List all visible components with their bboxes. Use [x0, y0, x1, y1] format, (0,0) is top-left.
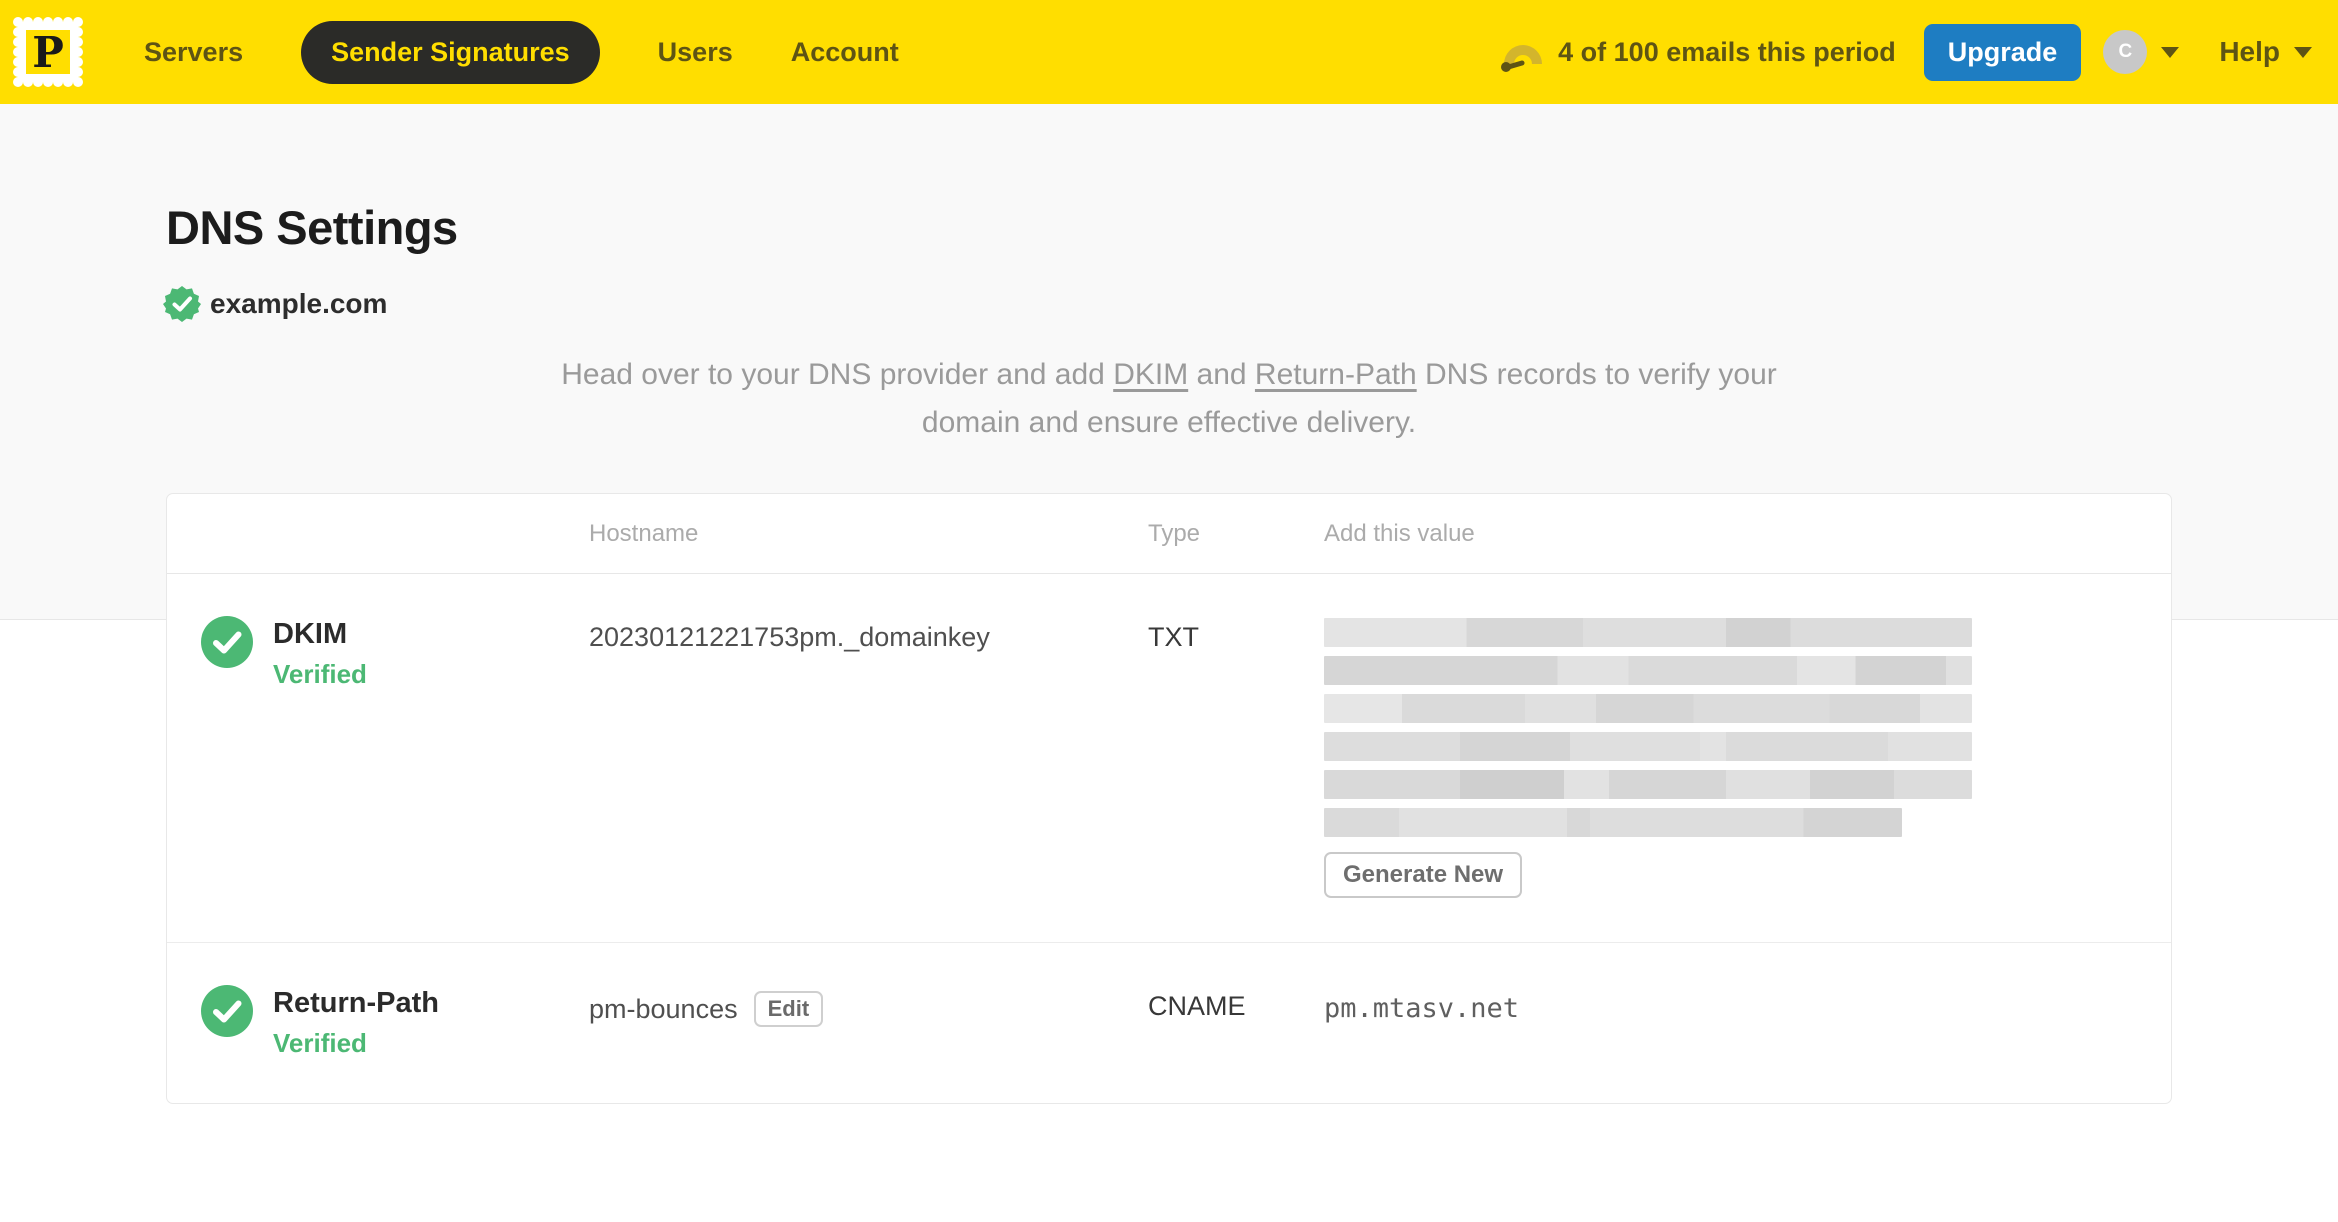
record-name: Return-Path [273, 987, 439, 1019]
hostname-value: pm-bounces [589, 993, 738, 1024]
usage-meter: 4 of 100 emails this period [1500, 32, 1896, 72]
generate-new-button[interactable]: Generate New [1324, 852, 1523, 898]
status-cell [201, 616, 273, 668]
account-menu[interactable]: C [2103, 30, 2180, 74]
status-cell [201, 985, 273, 1037]
redacted-line [1324, 694, 1972, 723]
nav-item-servers[interactable]: Servers [144, 37, 243, 68]
nav-menu: Servers Sender Signatures Users Account [144, 20, 957, 84]
hostname-cell: 20230121221753pm._domainkey [589, 616, 1148, 653]
redacted-line [1324, 618, 1972, 647]
value-cell: pm.mtasv.net [1324, 985, 2131, 1024]
nav-item-users[interactable]: Users [658, 37, 733, 68]
status-badge: Verified [273, 659, 367, 689]
page-description: Head over to your DNS provider and add D… [509, 351, 1829, 447]
upgrade-button[interactable]: Upgrade [1923, 23, 2082, 81]
nav-item-account[interactable]: Account [791, 37, 899, 68]
type-cell: CNAME [1148, 991, 1246, 1021]
usage-text: 4 of 100 emails this period [1558, 36, 1896, 67]
redacted-line [1324, 656, 1972, 685]
verified-domain: example.com [163, 285, 2338, 323]
return-path-link[interactable]: Return-Path [1255, 358, 1417, 391]
record-cell: DKIM Verified [273, 616, 589, 690]
status-badge: Verified [273, 1028, 367, 1058]
dns-records-card: Hostname Type Add this value DKIM Verifi… [166, 493, 2172, 1104]
redacted-line [1324, 732, 1972, 761]
verified-check-icon [201, 985, 253, 1037]
description-text: and [1188, 358, 1255, 391]
verified-seal-icon [163, 286, 201, 322]
verified-check-icon [201, 616, 253, 668]
column-header-hostname: Hostname [589, 519, 699, 547]
redacted-line [1324, 808, 1902, 837]
main-content: DNS Settings example.com Head over to yo… [0, 200, 2338, 1104]
table-row-return-path: Return-Path Verified pm-bounces Edit CNA… [167, 943, 2171, 1103]
dkim-link[interactable]: DKIM [1113, 358, 1188, 391]
avatar[interactable]: C [2103, 30, 2148, 74]
postmark-logo-icon[interactable]: P [8, 12, 88, 92]
record-name: DKIM [273, 618, 348, 650]
hostname-value: 20230121221753pm._domainkey [589, 622, 990, 652]
nav-item-sender-signatures[interactable]: Sender Signatures [301, 20, 600, 84]
table-row-dkim: DKIM Verified 20230121221753pm._domainke… [167, 574, 2171, 943]
chevron-down-icon [2161, 46, 2180, 58]
column-header-type: Type [1148, 519, 1201, 547]
cname-value: pm.mtasv.net [1324, 993, 1520, 1024]
domain-name: example.com [210, 288, 388, 319]
svg-text:P: P [32, 28, 64, 77]
edit-button[interactable]: Edit [753, 991, 824, 1027]
type-cell: TXT [1148, 622, 1199, 652]
description-text: Head over to your DNS provider and add [561, 358, 1114, 391]
value-cell: Generate New [1324, 616, 2131, 898]
table-header-row: Hostname Type Add this value [167, 494, 2171, 574]
gauge-icon [1501, 45, 1543, 72]
redacted-line [1324, 770, 1972, 799]
help-menu[interactable]: Help [2219, 36, 2312, 68]
chevron-down-icon [2294, 46, 2312, 58]
help-label: Help [2219, 36, 2280, 67]
nav-right-group: 4 of 100 emails this period Upgrade C He… [1500, 23, 2312, 81]
hostname-cell: pm-bounces Edit [589, 985, 1148, 1027]
column-header-value: Add this value [1324, 519, 1475, 547]
page-title: DNS Settings [166, 201, 458, 254]
top-nav: P Servers Sender Signatures Users Accoun… [0, 0, 2338, 104]
record-cell: Return-Path Verified [273, 985, 589, 1059]
redacted-dkim-value [1324, 618, 2131, 837]
